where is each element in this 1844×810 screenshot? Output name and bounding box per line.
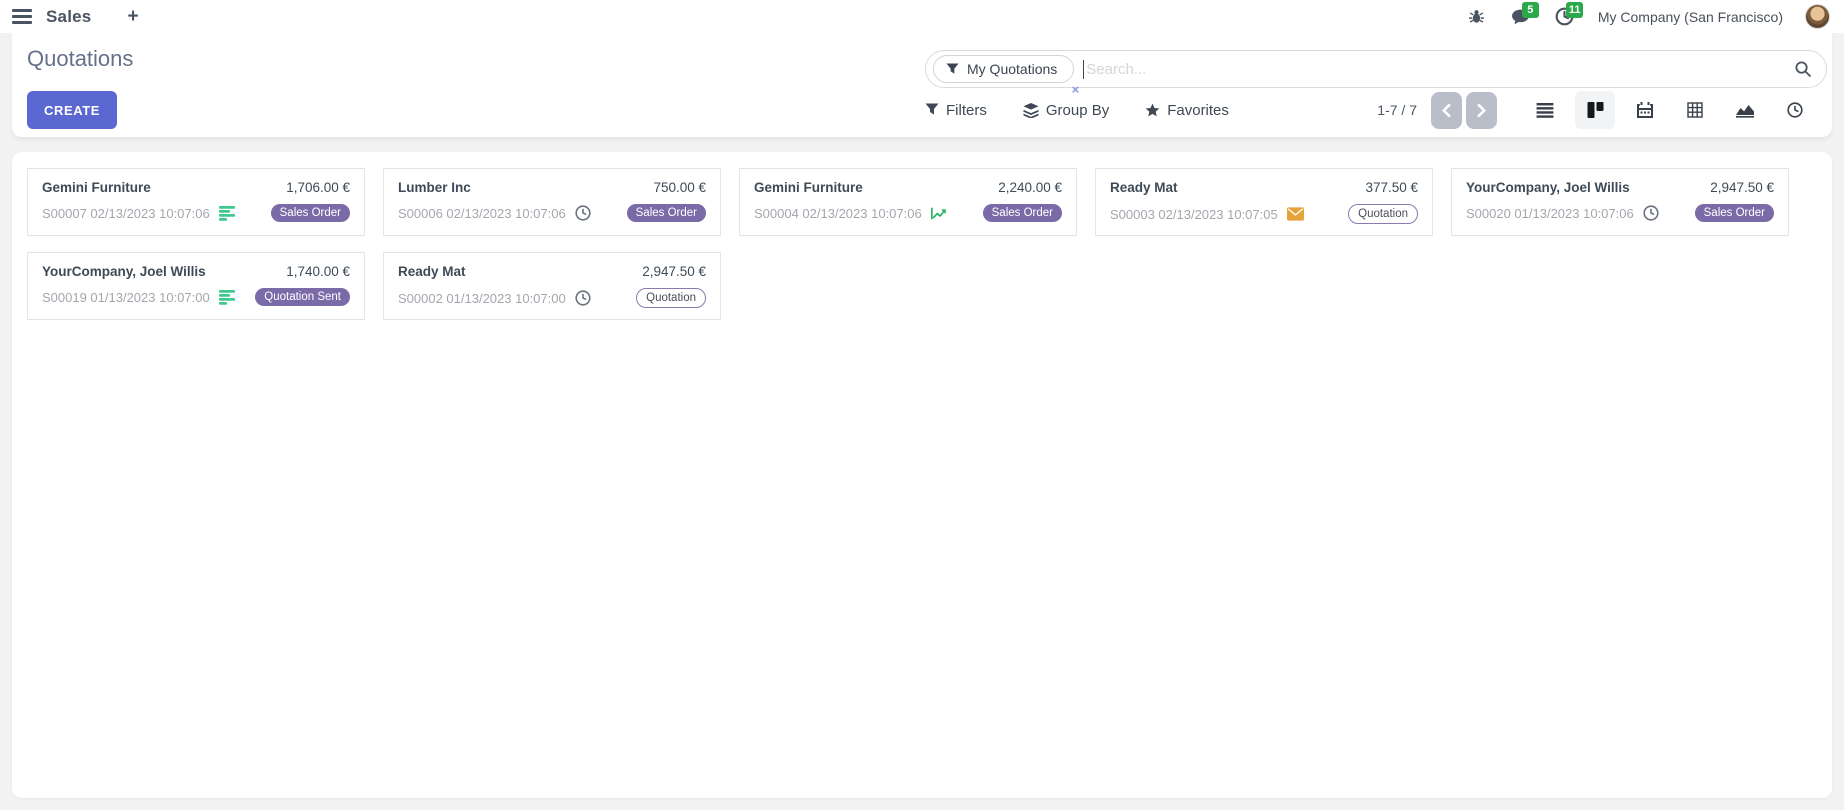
view-pivot-button[interactable] [1675, 91, 1715, 129]
view-switcher [1525, 91, 1815, 129]
plus-icon[interactable]: + [127, 7, 138, 26]
activity-clock-icon[interactable] [1643, 205, 1660, 222]
view-list-button[interactable] [1525, 91, 1565, 129]
activity-lines-icon[interactable] [219, 289, 236, 306]
company-menu[interactable]: My Company (San Francisco) [1598, 9, 1783, 25]
card-customer-name: Gemini Furniture [754, 180, 863, 195]
search-icon[interactable] [1794, 60, 1812, 78]
activity-clock-icon[interactable] [575, 205, 592, 222]
activities-count-badge: 11 [1566, 2, 1584, 18]
pager-previous-button[interactable] [1431, 92, 1462, 129]
card-amount: 2,240.00 € [998, 180, 1062, 195]
debug-bug-icon[interactable] [1466, 6, 1488, 28]
favorites-button[interactable]: Favorites [1145, 102, 1229, 119]
card-amount: 2,947.50 € [642, 264, 706, 279]
activity-chart-up-icon[interactable] [931, 205, 948, 222]
favorites-label: Favorites [1167, 102, 1229, 119]
card-reference: S00002 01/13/2023 10:07:00 [398, 291, 566, 306]
create-button[interactable]: CREATE [27, 91, 117, 129]
graph-view-icon [1736, 103, 1754, 118]
quotation-card[interactable]: Lumber Inc 750.00 € S00006 02/13/2023 10… [383, 168, 721, 236]
filter-icon [925, 103, 939, 117]
activity-envelope-icon[interactable] [1287, 206, 1304, 223]
chevron-right-icon [1477, 104, 1486, 117]
filter-icon [946, 63, 959, 76]
user-avatar[interactable] [1805, 4, 1830, 29]
activity-clock-icon[interactable] [575, 290, 592, 307]
activity-lines-icon[interactable] [219, 205, 236, 222]
card-reference: S00007 02/13/2023 10:07:06 [42, 206, 210, 221]
card-customer-name: YourCompany, Joel Willis [1466, 180, 1630, 195]
status-badge: Quotation [636, 288, 706, 308]
quotation-card[interactable]: YourCompany, Joel Willis 1,740.00 € S000… [27, 252, 365, 320]
group-by-button[interactable]: Group By [1023, 102, 1109, 119]
chevron-left-icon [1442, 104, 1451, 117]
card-amount: 2,947.50 € [1710, 180, 1774, 195]
activity-view-icon [1787, 102, 1803, 118]
list-view-icon [1536, 103, 1554, 118]
calendar-view-icon [1637, 102, 1653, 118]
card-customer-name: Ready Mat [1110, 180, 1178, 195]
status-badge: Quotation [1348, 204, 1418, 224]
status-badge: Sales Order [983, 204, 1062, 222]
pivot-view-icon [1687, 102, 1703, 118]
pager: 1-7 / 7 [1377, 92, 1497, 129]
pager-next-button[interactable] [1466, 92, 1497, 129]
card-reference: S00006 02/13/2023 10:07:06 [398, 206, 566, 221]
quotation-card[interactable]: Gemini Furniture 1,706.00 € S00007 02/13… [27, 168, 365, 236]
card-customer-name: Gemini Furniture [42, 180, 151, 195]
search-facet-label: My Quotations [967, 61, 1057, 77]
page-title: Quotations [27, 46, 133, 72]
layers-icon [1023, 103, 1039, 118]
search-input[interactable]: Search... [1086, 61, 1794, 78]
filters-label: Filters [946, 102, 987, 119]
filters-button[interactable]: Filters [925, 102, 987, 119]
card-customer-name: Lumber Inc [398, 180, 471, 195]
status-badge: Sales Order [271, 204, 350, 222]
apps-menu-icon[interactable] [12, 9, 32, 24]
card-customer-name: YourCompany, Joel Willis [42, 264, 206, 279]
search-facet-my-quotations[interactable]: My Quotations × [933, 55, 1074, 83]
card-customer-name: Ready Mat [398, 264, 466, 279]
card-reference: S00004 02/13/2023 10:07:06 [754, 206, 922, 221]
card-reference: S00019 01/13/2023 10:07:00 [42, 290, 210, 305]
star-icon [1145, 103, 1160, 118]
card-amount: 377.50 € [1365, 180, 1418, 195]
card-reference: S00020 01/13/2023 10:07:06 [1466, 206, 1634, 221]
card-amount: 1,706.00 € [286, 180, 350, 195]
app-name[interactable]: Sales [46, 7, 91, 27]
messages-icon[interactable]: 5 [1510, 6, 1532, 28]
text-cursor [1083, 60, 1084, 79]
group-by-label: Group By [1046, 102, 1109, 119]
control-panel: Quotations CREATE My Quotations × Search… [12, 33, 1832, 137]
quotation-card[interactable]: Gemini Furniture 2,240.00 € S00004 02/13… [739, 168, 1077, 236]
search-bar[interactable]: My Quotations × Search... [925, 50, 1827, 88]
kanban-view: Gemini Furniture 1,706.00 € S00007 02/13… [12, 152, 1832, 798]
view-kanban-button[interactable] [1575, 91, 1615, 129]
status-badge: Quotation Sent [255, 288, 350, 306]
kanban-view-icon [1587, 102, 1604, 118]
view-activity-button[interactable] [1775, 91, 1815, 129]
activities-clock-icon[interactable]: 11 [1554, 6, 1576, 28]
quotation-card[interactable]: Ready Mat 2,947.50 € S00002 01/13/2023 1… [383, 252, 721, 320]
status-badge: Sales Order [627, 204, 706, 222]
quotation-card[interactable]: YourCompany, Joel Willis 2,947.50 € S000… [1451, 168, 1789, 236]
pager-range: 1-7 / 7 [1377, 102, 1417, 118]
view-graph-button[interactable] [1725, 91, 1765, 129]
toolbar-row: Filters Group By Favorites 1-7 / 7 [925, 91, 1815, 129]
messages-count-badge: 5 [1522, 2, 1539, 18]
card-amount: 750.00 € [653, 180, 706, 195]
quotation-card[interactable]: Ready Mat 377.50 € S00003 02/13/2023 10:… [1095, 168, 1433, 236]
card-amount: 1,740.00 € [286, 264, 350, 279]
view-calendar-button[interactable] [1625, 91, 1665, 129]
card-reference: S00003 02/13/2023 10:07:05 [1110, 207, 1278, 222]
status-badge: Sales Order [1695, 204, 1774, 222]
top-nav-bar: Sales + 5 11 My Company (San Francisco) [0, 0, 1844, 33]
